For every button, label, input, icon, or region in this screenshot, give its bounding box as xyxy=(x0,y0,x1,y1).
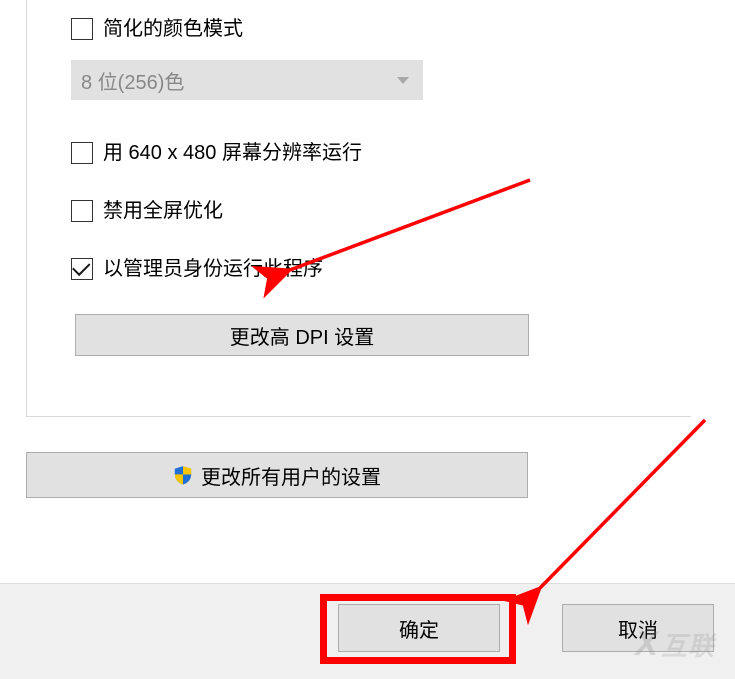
run-as-admin-row[interactable]: 以管理员身份运行此程序 xyxy=(71,254,691,284)
annotation-arrow-2 xyxy=(540,420,705,588)
reduced-color-row[interactable]: 简化的颜色模式 xyxy=(71,14,691,44)
disable-fullscreen-label: 禁用全屏优化 xyxy=(103,201,223,221)
reduced-color-checkbox[interactable] xyxy=(71,18,93,40)
chevron-down-icon xyxy=(397,77,409,84)
change-all-users-label: 更改所有用户的设置 xyxy=(201,461,381,490)
disable-fullscreen-row[interactable]: 禁用全屏优化 xyxy=(71,196,691,226)
reduced-color-label: 简化的颜色模式 xyxy=(103,19,243,39)
cancel-button[interactable]: 取消 xyxy=(562,604,714,652)
shield-icon xyxy=(173,465,193,485)
compatibility-settings-group: 简化的颜色模式 8 位(256)色 用 640 x 480 屏幕分辨率运行 禁用… xyxy=(26,0,691,417)
change-high-dpi-button[interactable]: 更改高 DPI 设置 xyxy=(75,314,529,356)
color-mode-select: 8 位(256)色 xyxy=(71,60,423,100)
low-res-row[interactable]: 用 640 x 480 屏幕分辨率运行 xyxy=(71,138,691,168)
run-as-admin-checkbox[interactable] xyxy=(71,258,93,280)
low-res-label: 用 640 x 480 屏幕分辨率运行 xyxy=(103,143,362,163)
cancel-label: 取消 xyxy=(618,614,658,643)
ok-label: 确定 xyxy=(399,614,439,643)
low-res-checkbox[interactable] xyxy=(71,142,93,164)
dialog-footer: 确定 取消 xyxy=(0,583,735,679)
disable-fullscreen-checkbox[interactable] xyxy=(71,200,93,222)
color-mode-selected-value: 8 位(256)色 xyxy=(81,66,184,95)
ok-button[interactable]: 确定 xyxy=(338,604,500,652)
change-high-dpi-label: 更改高 DPI 设置 xyxy=(230,321,374,350)
run-as-admin-label: 以管理员身份运行此程序 xyxy=(103,259,323,279)
change-all-users-button[interactable]: 更改所有用户的设置 xyxy=(26,452,528,498)
